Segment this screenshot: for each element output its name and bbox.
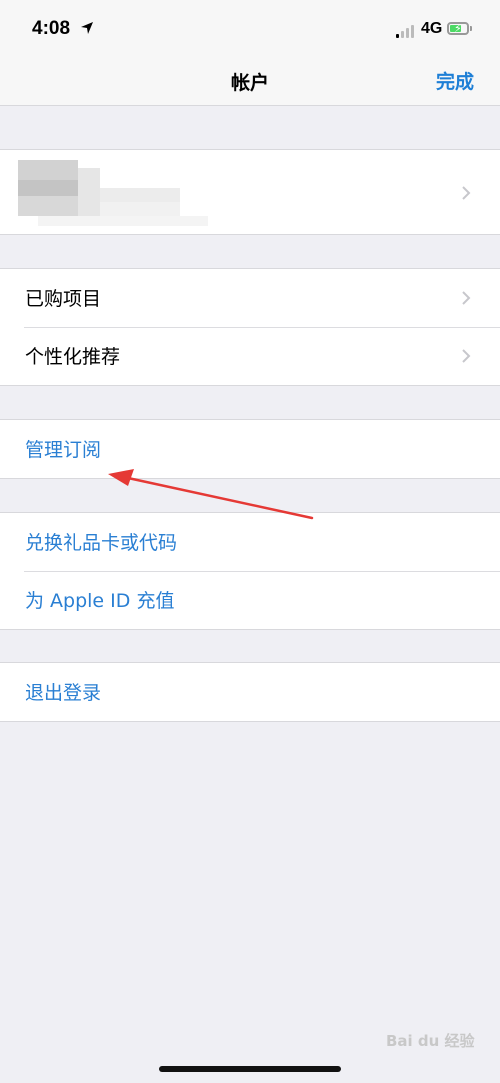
redeem-gift-card-link[interactable]: 兑换礼品卡或代码 [0, 513, 500, 571]
chevron-right-icon [462, 349, 471, 363]
row-label: 已购项目 [25, 288, 102, 310]
row-label: 管理订阅 [25, 439, 102, 461]
list-item-personalized-recommendations[interactable]: 个性化推荐 [0, 327, 500, 385]
gift-group: 兑换礼品卡或代码 为 Apple ID 充值 [0, 512, 500, 630]
done-button[interactable]: 完成 [436, 67, 474, 94]
battery-cap [470, 26, 472, 31]
page-title: 帐户 [230, 72, 269, 94]
signout-group: 退出登录 [0, 662, 500, 722]
navigation-bar: 帐户 完成 [0, 56, 500, 106]
status-bar: 4:08 4G ⚡ [0, 0, 500, 56]
row-label: 退出登录 [25, 682, 102, 704]
status-time: 4:08 [32, 18, 71, 39]
watermark: Bai du 经验 [386, 1030, 475, 1051]
signal-icon [396, 24, 418, 38]
location-arrow-icon [81, 22, 93, 34]
battery-charging-icon: ⚡ [447, 22, 469, 35]
purchases-group: 已购项目 个性化推荐 [0, 268, 500, 386]
list-item-purchased[interactable]: 已购项目 [0, 269, 500, 327]
chevron-right-icon [462, 186, 471, 200]
subscriptions-group: 管理订阅 [0, 419, 500, 479]
avatar [18, 160, 208, 226]
add-funds-link[interactable]: 为 Apple ID 充值 [0, 571, 500, 629]
row-label: 个性化推荐 [25, 346, 121, 368]
sign-out-link[interactable]: 退出登录 [0, 663, 500, 721]
network-type: 4G [421, 20, 443, 37]
chevron-right-icon [462, 291, 471, 305]
profile-cell[interactable] [0, 149, 500, 235]
watermark-text: Bai du 经验 [386, 1032, 475, 1050]
row-label: 兑换礼品卡或代码 [25, 532, 178, 554]
manage-subscriptions-link[interactable]: 管理订阅 [0, 420, 500, 478]
row-label: 为 Apple ID 充值 [25, 590, 175, 612]
home-indicator[interactable] [159, 1066, 341, 1072]
